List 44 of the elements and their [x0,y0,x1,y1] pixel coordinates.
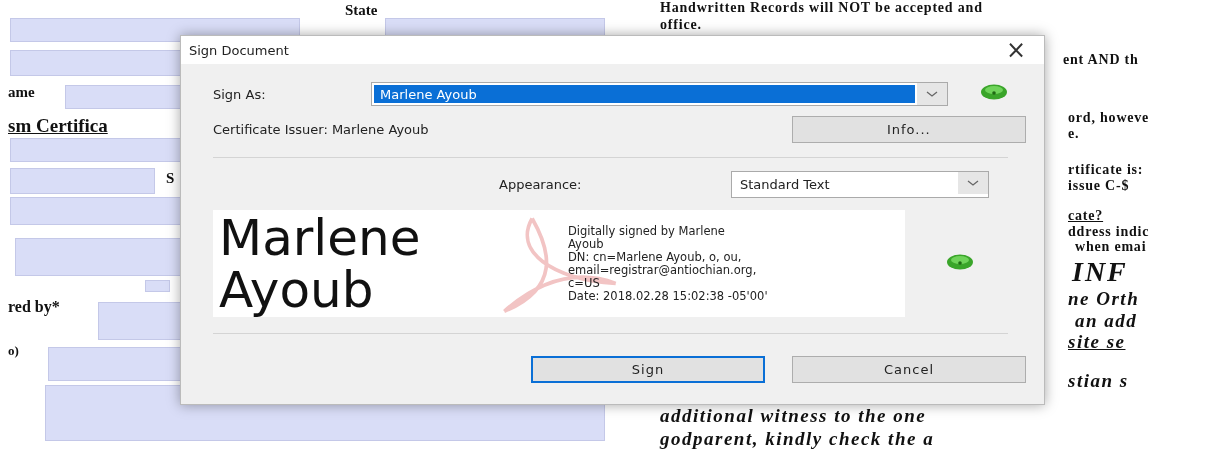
document-link[interactable]: cate? [1068,208,1104,224]
document-text: an add [1075,310,1138,332]
sign-as-dropdown[interactable]: Marlene Ayoub [371,82,948,106]
sign-button[interactable]: Sign [531,356,765,383]
form-label: ame [8,84,35,101]
signature-name: Marlene Ayoub [219,211,421,316]
document-text: ne Orth [1068,288,1140,310]
help-icon[interactable] [979,83,1009,101]
help-icon[interactable] [945,252,975,271]
cancel-button[interactable]: Cancel [792,356,1026,383]
info-button[interactable]: Info... [791,116,1026,143]
form-field[interactable] [10,168,155,194]
document-text: e. [1068,126,1080,142]
form-label: S [166,170,175,187]
document-text: ent AND th [1063,52,1139,68]
dialog-title: Sign Document [189,42,289,58]
document-text: when emai [1075,239,1147,255]
document-text: ord, howeve [1068,110,1150,126]
document-text: INF [1072,256,1128,288]
form-label: sm Certifica [8,115,108,137]
form-field[interactable] [98,302,183,340]
form-label: red by* [8,298,60,316]
document-text: additional witness to the one [660,405,927,427]
form-label: State [345,2,378,19]
form-label: o) [8,343,19,359]
appearance-label: Appearance: [499,177,583,192]
document-text: rtificate is: [1068,162,1144,178]
document-text: office. [660,17,702,33]
form-field[interactable] [10,18,300,42]
appearance-dropdown[interactable]: Standard Text [731,171,989,198]
document-text: ddress indic [1068,224,1150,240]
close-button[interactable]: × [999,38,1032,62]
caret-icon[interactable] [958,172,988,194]
document-text: Handwritten Records will NOT be accepted and [660,0,983,16]
form-field[interactable] [145,280,170,292]
sign-as-label: Sign As: [213,86,267,102]
document-text: godparent, kindly check the a [660,428,935,450]
document-text: stian s [1068,370,1129,392]
document-text: issue C-$ [1068,178,1130,194]
certificate-issuer: Certificate Issuer: Marlene Ayoub [213,122,430,137]
form-field[interactable] [48,347,183,381]
caret-icon[interactable] [917,83,947,105]
signature-details: Digitally signed by Marlene Ayoub DN: cn=Marlene Ayoub, o, ou, email=registrar@antiochian.org, c=US Date: 2018.02.28 15:02:38 -05'00' [568,224,769,303]
document-link[interactable]: site se [1068,331,1126,353]
